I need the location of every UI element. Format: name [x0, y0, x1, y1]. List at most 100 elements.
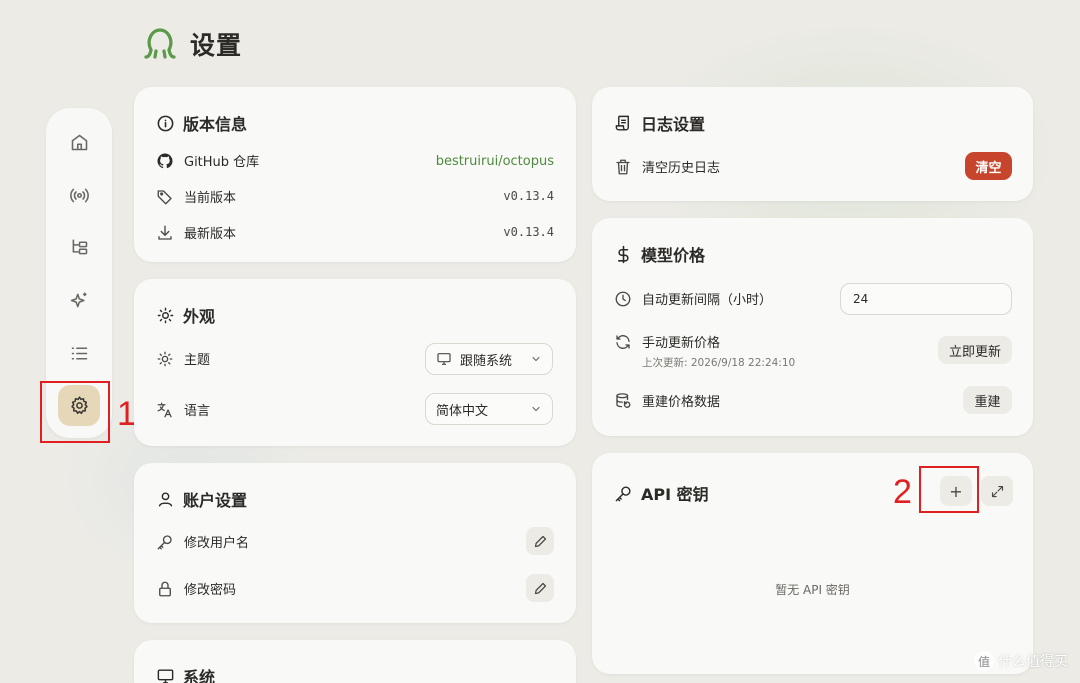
- update-interval-label: 自动更新间隔（小时）: [642, 293, 773, 308]
- page-title: 设置: [190, 31, 243, 60]
- version-card-title: 版本信息: [156, 111, 247, 135]
- log-card-title: 日志设置: [614, 111, 705, 135]
- appearance-card-title: 外观: [156, 303, 215, 327]
- appearance-card-title-text: 外观: [183, 307, 216, 326]
- pencil-icon: [534, 582, 546, 594]
- repo-label: GitHub 仓库: [184, 155, 260, 170]
- tag-icon: [157, 189, 172, 204]
- nav-item-logs[interactable]: [58, 333, 100, 374]
- clock-icon: [615, 291, 631, 306]
- rebuild-price-label: 重建价格数据: [642, 395, 721, 410]
- edit-username-button[interactable]: [526, 527, 554, 555]
- version-info-card: 版本信息 GitHub 仓库 bestruirui/octopus 当前版本 v…: [134, 87, 576, 262]
- scroll-icon: [615, 115, 629, 131]
- latest-version-label: 最新版本: [184, 227, 237, 242]
- api-card-title-text: API 密钥: [641, 485, 709, 504]
- current-version-row: 当前版本: [156, 187, 236, 206]
- info-icon: [157, 115, 174, 131]
- model-price-card: 模型价格 自动更新间隔（小时） 24 手动更新价格 上次更新: 2026/9/1…: [592, 218, 1033, 436]
- chevron-down-icon: [532, 406, 540, 412]
- trash-icon: [616, 159, 630, 174]
- expand-button[interactable]: [981, 476, 1013, 506]
- log-settings-card: 日志设置 清空历史日志 清空: [592, 87, 1033, 201]
- language-select[interactable]: 简体中文: [425, 393, 553, 425]
- refresh-icon: [616, 334, 630, 349]
- pencil-icon: [534, 535, 546, 547]
- system-card-title-text: 系统: [183, 668, 216, 683]
- repo-row: GitHub 仓库: [156, 151, 259, 170]
- account-card: 账户设置 修改用户名 修改密码: [134, 463, 576, 623]
- nav-item-home[interactable]: [58, 122, 100, 163]
- language-label: 语言: [184, 404, 211, 419]
- language-row: 语言: [156, 400, 210, 419]
- last-update-text: 上次更新: 2026/9/18 22:24:10: [642, 357, 796, 369]
- home-icon: [71, 134, 87, 151]
- nav-item-groups[interactable]: [58, 227, 100, 268]
- password-label: 修改密码: [184, 583, 237, 598]
- octopus-logo-icon: [142, 26, 178, 62]
- chevron-down-icon: [532, 356, 540, 362]
- monitor-icon: [437, 353, 451, 365]
- user-icon: [158, 491, 173, 507]
- manual-update-row: 手动更新价格: [614, 332, 720, 351]
- monitor-icon: [157, 668, 174, 683]
- language-select-value: 简体中文: [436, 403, 489, 419]
- dollar-icon: [617, 245, 629, 263]
- watermark: 值 什么值得买: [974, 651, 1068, 671]
- update-interval-input[interactable]: 24: [840, 283, 1012, 315]
- theme-label: 主题: [184, 353, 211, 368]
- api-card-title: API 密钥: [614, 481, 709, 505]
- watermark-text: 什么值得买: [998, 654, 1068, 670]
- clear-log-row: 清空历史日志: [614, 157, 720, 176]
- log-card-title-text: 日志设置: [641, 115, 706, 134]
- nav-item-channels[interactable]: [58, 175, 100, 216]
- watermark-badge: 值: [974, 651, 994, 671]
- sun-icon: [157, 351, 173, 366]
- translate-icon: [157, 402, 172, 417]
- key-icon: [615, 485, 631, 501]
- system-card: 系统: [134, 640, 576, 683]
- update-now-button[interactable]: 立即更新: [938, 336, 1012, 364]
- username-label: 修改用户名: [184, 536, 250, 551]
- api-key-empty-text: 暂无 API 密钥: [775, 583, 850, 597]
- lock-icon: [159, 581, 171, 596]
- username-row: 修改用户名: [156, 532, 249, 551]
- appearance-card: 外观 主题 跟随系统 语言 简体中文: [134, 279, 576, 446]
- rebuild-price-row: 重建价格数据: [614, 391, 720, 410]
- annotation-box-1: [40, 381, 110, 443]
- page-header: 设置: [142, 26, 242, 62]
- key-icon: [157, 534, 172, 549]
- sun-icon: [157, 307, 174, 323]
- list-icon: [71, 346, 87, 360]
- annotation-label-2: 2: [893, 473, 912, 511]
- theme-select[interactable]: 跟随系统: [425, 343, 553, 375]
- nav-item-models[interactable]: [58, 280, 100, 321]
- manual-update-label: 手动更新价格: [642, 336, 721, 351]
- clear-log-button[interactable]: 清空: [965, 152, 1012, 180]
- password-row: 修改密码: [156, 579, 236, 598]
- price-card-title-text: 模型价格: [641, 246, 706, 265]
- theme-row: 主题: [156, 349, 210, 368]
- latest-version-row: 最新版本: [156, 223, 236, 242]
- sparkles-icon: [70, 292, 86, 308]
- rebuild-button[interactable]: 重建: [963, 386, 1012, 414]
- version-card-title-text: 版本信息: [183, 115, 248, 134]
- expand-icon: [991, 485, 1003, 497]
- latest-version-value: v0.13.4: [503, 225, 554, 239]
- price-card-title: 模型价格: [614, 242, 705, 266]
- account-card-title: 账户设置: [156, 487, 247, 511]
- github-icon: [157, 153, 173, 168]
- current-version-label: 当前版本: [184, 191, 237, 206]
- database-icon: [616, 392, 631, 408]
- download-icon: [158, 225, 172, 240]
- annotation-box-2: [919, 466, 979, 513]
- current-version-value: v0.13.4: [503, 189, 554, 203]
- broadcast-icon: [69, 188, 89, 202]
- edit-password-button[interactable]: [526, 574, 554, 602]
- clear-log-label: 清空历史日志: [642, 161, 721, 176]
- system-card-title: 系统: [156, 664, 215, 683]
- theme-select-value: 跟随系统: [460, 353, 513, 369]
- account-card-title-text: 账户设置: [183, 491, 248, 510]
- repo-link[interactable]: bestruirui/octopus: [436, 154, 554, 169]
- hierarchy-icon: [72, 239, 87, 255]
